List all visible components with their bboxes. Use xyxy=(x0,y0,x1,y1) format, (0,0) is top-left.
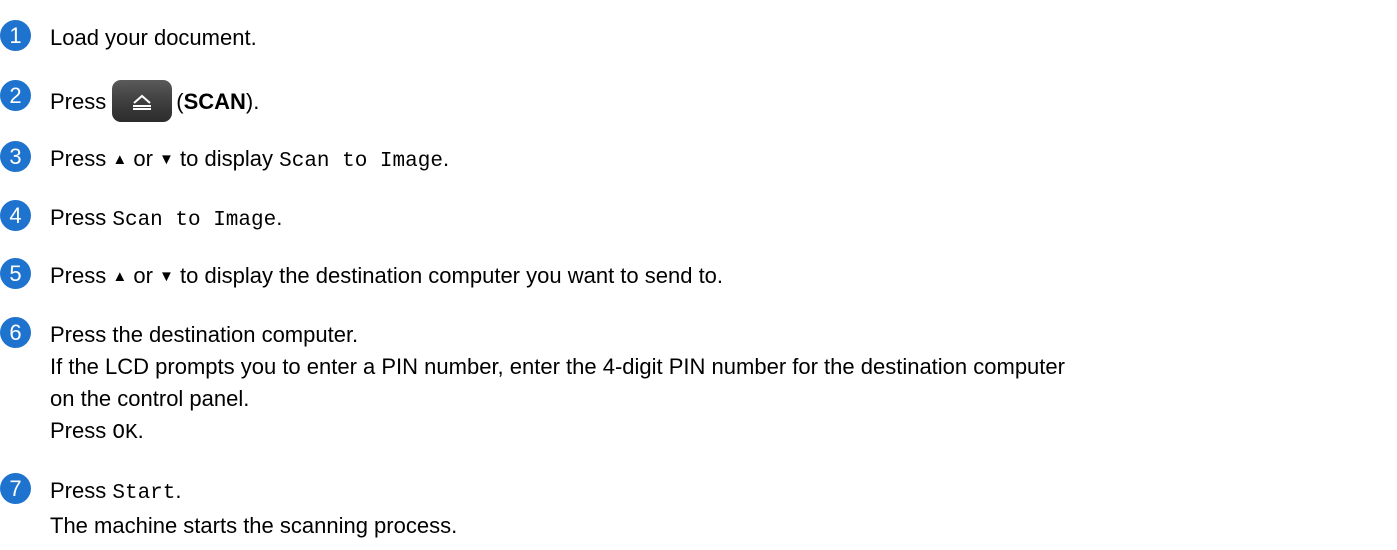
step-number-badge: 5 xyxy=(0,258,31,289)
step-number-badge: 3 xyxy=(0,141,31,172)
step-line-4: Press OK. xyxy=(50,415,1397,450)
step-number-badge: 4 xyxy=(0,200,31,231)
step-number-badge: 7 xyxy=(0,473,31,504)
step-line-1: Press the destination computer. xyxy=(50,322,359,347)
step-content: Load your document. xyxy=(50,22,1397,54)
step-number-badge: 1 xyxy=(0,20,31,51)
scan-key-label: SCAN xyxy=(183,88,246,114)
period: . xyxy=(175,478,182,503)
period: . xyxy=(137,418,144,443)
up-triangle-icon: ▲ xyxy=(112,268,128,285)
step-content: Press Start. The machine starts the scan… xyxy=(50,475,1397,542)
step-content: Press ▲ or ▼ to display Scan to Image. xyxy=(50,143,1397,178)
or-text: or xyxy=(133,263,153,288)
period: . xyxy=(276,205,283,230)
step-content: Press ▲ or ▼ to display the destination … xyxy=(50,260,1397,295)
step-rest-text: to display the destination computer you … xyxy=(180,263,724,288)
open-paren: ( xyxy=(176,88,184,114)
step-content: Press (SCAN). xyxy=(50,80,1397,124)
lcd-option-scan-to-image: Scan to Image xyxy=(112,209,277,232)
down-triangle-icon: ▼ xyxy=(159,268,174,285)
step-line: Press ▲ or ▼ to display the destination … xyxy=(50,260,1397,295)
step-line-1: Press Start. xyxy=(50,475,1397,510)
step-line: Press Scan to Image. xyxy=(50,202,1397,237)
step-number-badge: 2 xyxy=(0,80,31,111)
press-text: Press xyxy=(50,88,107,114)
period: . xyxy=(442,146,450,171)
step-line: Press ▲ or ▼ to display Scan to Image. xyxy=(50,143,1397,178)
lcd-option-start: Start xyxy=(112,482,176,505)
close-paren: ). xyxy=(245,88,260,114)
press-text: Press xyxy=(50,146,107,171)
up-triangle-icon: ▲ xyxy=(112,151,128,168)
step-content: Press Scan to Image. xyxy=(50,202,1397,237)
down-triangle-icon: ▼ xyxy=(159,151,174,168)
to-display-text: to display xyxy=(180,146,273,171)
step-line-3: on the control panel. xyxy=(50,386,250,411)
lcd-option-ok: OK xyxy=(112,422,138,445)
step-line: Press (SCAN). xyxy=(50,80,1397,124)
press-text: Press xyxy=(50,205,107,230)
step-line-2: The machine starts the scanning process. xyxy=(50,513,458,538)
lcd-option-scan-to-image: Scan to Image xyxy=(279,150,443,173)
step-number-badge: 6 xyxy=(0,317,31,348)
scan-button-image xyxy=(112,80,173,122)
press-text: Press xyxy=(50,263,107,288)
step-content: Press the destination computer. If the L… xyxy=(50,319,1397,450)
step-text: Load your document. xyxy=(50,25,257,50)
press-text: Press xyxy=(50,418,107,443)
or-text: or xyxy=(133,146,153,171)
step-line-2: If the LCD prompts you to enter a PIN nu… xyxy=(50,354,1065,379)
press-text: Press xyxy=(50,478,107,503)
scan-icon xyxy=(133,94,152,110)
